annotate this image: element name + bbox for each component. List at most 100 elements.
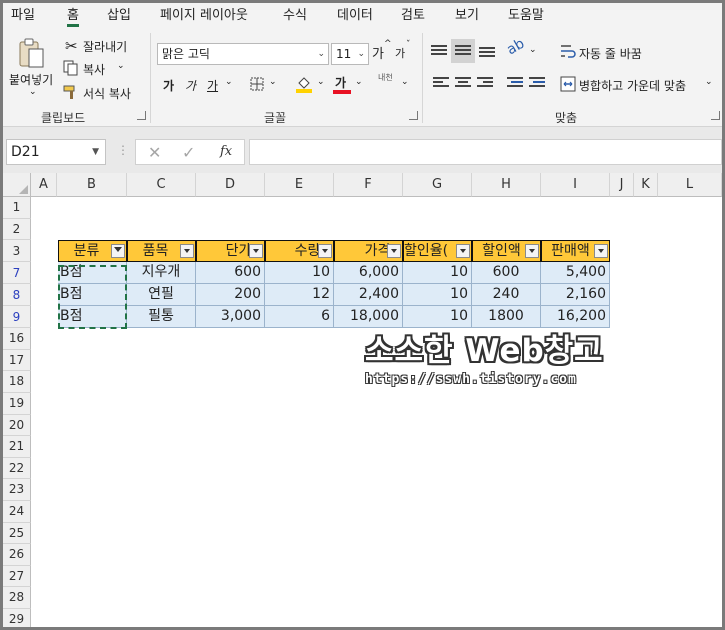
borders-chevron-icon[interactable]: ⌄: [269, 77, 277, 87]
increase-indent-icon[interactable]: [529, 77, 545, 91]
formula-bar-grip-icon[interactable]: ⋮: [117, 143, 129, 157]
font-color-chevron-icon[interactable]: ⌄: [355, 77, 363, 87]
row-header[interactable]: 19: [3, 393, 31, 415]
fill-color-icon[interactable]: [296, 75, 312, 93]
clipboard-launcher-icon[interactable]: [137, 111, 146, 120]
row-header[interactable]: 16: [3, 328, 31, 350]
italic-button[interactable]: 가: [185, 77, 196, 94]
row-header[interactable]: 28: [3, 587, 31, 609]
phonetic-chevron-icon[interactable]: ⌄: [401, 77, 409, 87]
tab-page-layout[interactable]: 페이지 레이아웃: [160, 7, 248, 27]
row-header[interactable]: 24: [3, 501, 31, 523]
alignment-launcher-icon[interactable]: [711, 111, 720, 120]
name-box-chevron-icon[interactable]: ▼: [92, 140, 99, 164]
filter-dropdown-icon[interactable]: [180, 244, 194, 258]
select-all-corner[interactable]: [3, 173, 31, 197]
column-header-j[interactable]: J: [610, 173, 634, 197]
filter-dropdown-icon[interactable]: [594, 244, 608, 258]
column-header-e[interactable]: E: [265, 173, 334, 197]
column-header-d[interactable]: D: [196, 173, 265, 197]
row-header[interactable]: 17: [3, 349, 31, 372]
paste-button[interactable]: 붙여넣기: [9, 71, 53, 88]
align-top-icon[interactable]: [431, 45, 447, 59]
column-header-a[interactable]: A: [31, 173, 57, 197]
row-header[interactable]: 21: [3, 436, 31, 458]
row-header[interactable]: 7: [3, 262, 31, 285]
cut-button[interactable]: 잘라내기: [83, 38, 127, 55]
name-box[interactable]: D21 ▼: [6, 139, 106, 165]
underline-chevron-icon[interactable]: ⌄: [225, 77, 233, 87]
bold-button[interactable]: 가: [163, 77, 174, 94]
cell-quantity[interactable]: 6: [265, 306, 334, 328]
row-header[interactable]: 1: [3, 197, 31, 219]
paste-dropdown-chevron-icon[interactable]: ⌄: [29, 87, 37, 97]
font-launcher-icon[interactable]: [409, 111, 418, 120]
tab-help[interactable]: 도움말: [508, 7, 544, 27]
formula-input[interactable]: [249, 139, 722, 165]
header-cell-quantity[interactable]: 수량: [265, 240, 334, 262]
font-name-select[interactable]: 맑은 고딕 ⌄: [157, 43, 329, 65]
cancel-icon[interactable]: ✕: [148, 143, 161, 162]
row-header[interactable]: 27: [3, 565, 31, 588]
cell-quantity[interactable]: 10: [265, 262, 334, 284]
tab-formulas[interactable]: 수식: [283, 7, 307, 27]
filter-active-funnel-icon[interactable]: [111, 244, 125, 258]
header-cell-discount-amount[interactable]: 할인액: [472, 240, 541, 262]
header-cell-discount-rate[interactable]: 할인율(: [403, 240, 472, 262]
tab-review[interactable]: 검토: [401, 7, 425, 27]
font-size-select[interactable]: 11 ⌄: [331, 43, 369, 65]
row-header[interactable]: 23: [3, 479, 31, 501]
filter-dropdown-icon[interactable]: [525, 244, 539, 258]
cell-price[interactable]: 2,400: [334, 284, 403, 306]
increase-font-button[interactable]: 가: [372, 43, 384, 62]
cell-unit-price[interactable]: 3,000: [196, 306, 265, 328]
header-cell-category[interactable]: 분류: [58, 240, 127, 262]
cell-discount-amount[interactable]: 240: [472, 284, 541, 306]
row-header[interactable]: 3: [3, 240, 31, 263]
column-header-g[interactable]: G: [403, 173, 472, 197]
filter-dropdown-icon[interactable]: [249, 244, 263, 258]
header-cell-sales-amount[interactable]: 판매액: [541, 240, 610, 262]
paste-icon[interactable]: [17, 37, 47, 71]
filter-dropdown-icon[interactable]: [318, 244, 332, 258]
cell-discount-amount[interactable]: 600: [472, 262, 541, 284]
filter-dropdown-icon[interactable]: [387, 244, 401, 258]
row-header[interactable]: 8: [3, 284, 31, 307]
merge-center-button[interactable]: 병합하고 가운데 맞춤: [579, 77, 686, 94]
font-color-icon[interactable]: 가: [333, 74, 351, 94]
align-center-icon[interactable]: [455, 77, 471, 91]
column-header-l[interactable]: L: [658, 173, 722, 197]
row-header[interactable]: 29: [3, 609, 31, 627]
tab-file[interactable]: 파일: [11, 7, 35, 27]
decrease-font-button[interactable]: 가: [395, 45, 405, 61]
enter-check-icon[interactable]: ✓: [182, 143, 195, 162]
orientation-chevron-icon[interactable]: ⌄: [529, 45, 537, 55]
row-header[interactable]: 9: [3, 306, 31, 329]
borders-icon[interactable]: [250, 77, 264, 91]
cell-sales-amount[interactable]: 5,400: [541, 262, 610, 284]
tab-view[interactable]: 보기: [455, 7, 479, 27]
worksheet-grid[interactable]: A B C D E F G H I J K L 1 2 3 7 8 9 16 17 18 19 20…: [3, 173, 722, 627]
cell-item[interactable]: 연필: [127, 284, 196, 306]
cell-sales-amount[interactable]: 2,160: [541, 284, 610, 306]
wrap-text-button[interactable]: 자동 줄 바꿈: [579, 45, 642, 62]
phonetic-button[interactable]: 내천: [378, 73, 396, 82]
tab-data[interactable]: 데이터: [337, 7, 373, 27]
copy-dropdown-chevron-icon[interactable]: ⌄: [117, 61, 125, 71]
header-cell-item[interactable]: 품목: [127, 240, 196, 262]
header-cell-unit-price[interactable]: 단가: [196, 240, 265, 262]
fill-color-chevron-icon[interactable]: ⌄: [317, 77, 325, 87]
column-header-h[interactable]: H: [472, 173, 541, 197]
cell-item[interactable]: 지우개: [127, 262, 196, 284]
copy-button[interactable]: 복사: [83, 61, 105, 78]
header-cell-price[interactable]: 가격: [334, 240, 403, 262]
cell-quantity[interactable]: 12: [265, 284, 334, 306]
cell-unit-price[interactable]: 600: [196, 262, 265, 284]
merge-center-chevron-icon[interactable]: ⌄: [705, 77, 713, 87]
column-header-k[interactable]: K: [634, 173, 658, 197]
align-right-icon[interactable]: [477, 77, 493, 91]
decrease-indent-icon[interactable]: [507, 77, 523, 91]
column-header-b[interactable]: B: [57, 173, 127, 197]
cell-price[interactable]: 6,000: [334, 262, 403, 284]
row-header[interactable]: 18: [3, 371, 31, 393]
